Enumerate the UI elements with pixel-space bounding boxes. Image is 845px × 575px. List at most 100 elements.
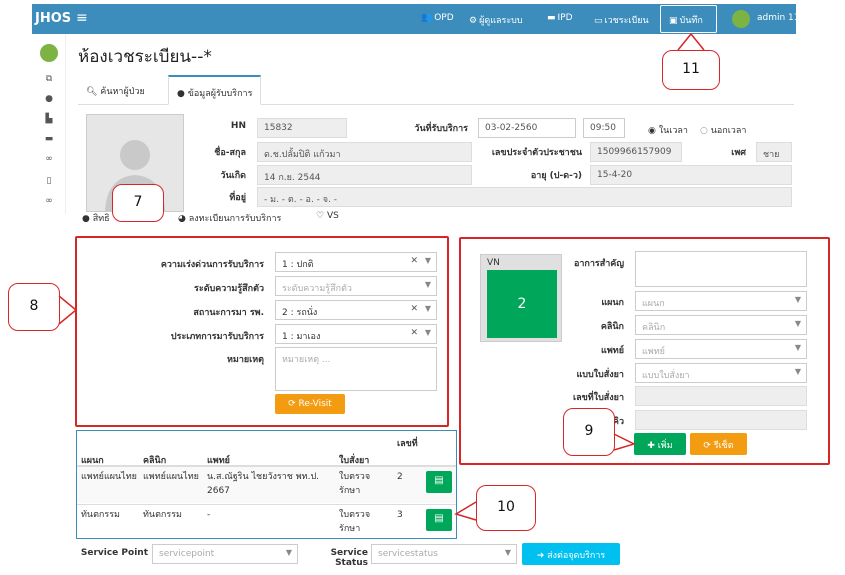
dept-label: แผนก xyxy=(601,298,624,308)
table-row: ทันตกรรม ทันตกรรม - ใบตรวจรักษา 3 ▤ xyxy=(77,505,456,539)
radio-unchecked-icon: ○ xyxy=(700,126,711,136)
link-icon[interactable]: ∞ xyxy=(43,154,55,166)
print-button[interactable]: ▤ xyxy=(426,509,452,531)
bed-icon[interactable]: ▬ xyxy=(43,134,55,146)
vn-card: VN 2 xyxy=(480,254,562,342)
radio-in-hours[interactable]: ◉ ในเวลา xyxy=(648,123,688,137)
callout-10-pointer xyxy=(454,501,477,521)
nav-opd[interactable]: 👥 OPD xyxy=(421,13,454,23)
add-button[interactable]: ✚ เพิ่ม xyxy=(634,433,686,455)
visit-date-input[interactable]: 03-02-2560 xyxy=(478,118,576,138)
arrow-right-icon: ➜ xyxy=(536,551,548,561)
cell-rx: ใบตรวจรักษา xyxy=(339,472,371,496)
clinic-select[interactable]: คลินิก ▼ xyxy=(635,315,807,335)
visit-time-input[interactable]: 09:50 xyxy=(583,118,625,138)
chevron-down-icon: ▼ xyxy=(424,328,431,337)
tab-patient-info[interactable]: ● ข้อมูลผู้รับบริการ xyxy=(168,75,262,105)
app-brand[interactable]: JHOS xyxy=(35,11,71,26)
note-textarea[interactable]: หมายเหตุ ... xyxy=(275,347,437,391)
tab-search-patient[interactable]: 🔍︎ ค้นหาผู้ป่วย xyxy=(78,75,153,105)
radio-out-hours[interactable]: ○ นอกเวลา xyxy=(700,123,746,137)
consciousness-select[interactable]: ระดับความรู้สึกตัว ▼ xyxy=(275,276,437,296)
rx-number-field xyxy=(635,386,807,406)
subtab-rights[interactable]: ● สิทธิ xyxy=(82,211,110,225)
cogs-icon: ⚙ xyxy=(469,16,478,26)
consciousness-label: ระดับความรู้สึกตัว xyxy=(194,284,264,294)
table-row: แพทย์แผนไทย แพทย์แผนไทย น.ส.ณัฐริน ไชยวั… xyxy=(77,467,456,503)
link-icon[interactable]: ∞ xyxy=(43,196,55,208)
user-icon: ● xyxy=(177,89,188,99)
logo-icon xyxy=(40,44,58,62)
reset-button[interactable]: ⟳ รีเซ็ต xyxy=(690,433,747,455)
hn-label: HN xyxy=(230,121,246,131)
save-button-label: ▣ บันทึก xyxy=(669,16,703,26)
age-label: อายุ (ป-ด-ว) xyxy=(530,171,582,181)
chevron-down-icon: ▼ xyxy=(424,256,431,265)
sex-field: ชาย xyxy=(756,142,792,162)
chevron-down-icon: ▼ xyxy=(794,319,801,328)
revisit-button[interactable]: ⟳ Re-Visit xyxy=(275,394,345,414)
clear-icon[interactable]: ✕ xyxy=(410,256,418,266)
users-icon: 👥 xyxy=(421,13,433,23)
symptom-textarea[interactable] xyxy=(635,251,807,287)
subtab-vs[interactable]: ♡ VS xyxy=(316,211,339,221)
service-type-select[interactable]: 1 : มาเอง ✕ ▼ xyxy=(275,324,437,344)
clear-icon[interactable]: ✕ xyxy=(410,328,418,338)
subtab-service-registration[interactable]: ◕ ลงทะเบียนการรับบริการ xyxy=(178,211,281,225)
cell-number: 3 xyxy=(397,510,403,520)
dob-field: 14 ก.ย. 2544 xyxy=(257,165,472,185)
user-md-icon: ◕ xyxy=(178,214,189,224)
symptom-label: อาการสำคัญ xyxy=(573,259,624,269)
cell-doctor: - xyxy=(207,510,211,520)
nav-admin[interactable]: ⚙ ผู้ดูแลระบบ xyxy=(469,13,523,27)
nav-ipd[interactable]: ▬ IPD xyxy=(547,13,573,23)
chevron-down-icon: ▼ xyxy=(424,280,431,289)
urgency-select[interactable]: 1 : ปกติ ✕ ▼ xyxy=(275,252,437,272)
cell-clinic: ทันตกรรม xyxy=(143,510,182,520)
hamburger-icon[interactable]: ≡ xyxy=(76,10,88,26)
chevron-down-icon: ▼ xyxy=(285,548,292,557)
stethoscope-icon: ♡ xyxy=(316,211,327,221)
service-point-label: Service Point xyxy=(80,548,148,558)
arrival-select[interactable]: 2 : รถนั่ง ✕ ▼ xyxy=(275,300,437,320)
save-icon: ▣ xyxy=(669,16,678,26)
cell-number: 2 xyxy=(397,472,403,482)
clinic-label: คลินิก xyxy=(600,322,624,332)
clear-icon[interactable]: ✕ xyxy=(410,304,418,314)
print-button[interactable]: ▤ xyxy=(426,471,452,493)
address-field: - ม. - ต. - อ. - จ. - xyxy=(257,187,792,207)
arrival-label: สถานะการมา รพ. xyxy=(193,308,264,318)
bed-icon[interactable]: ▙ xyxy=(43,114,55,126)
user-icon[interactable]: ● xyxy=(43,94,55,106)
note-label: หมายเหตุ xyxy=(226,355,264,365)
doctor-select[interactable]: แพทย์ ▼ xyxy=(635,339,807,359)
callout-11: 11 xyxy=(662,50,720,90)
copy-icon[interactable]: ⧉ xyxy=(43,74,55,86)
page-title: ห้องเวชระเบียน--* xyxy=(78,47,212,67)
id-card-icon: ▭ xyxy=(594,16,603,26)
callout-11-pointer xyxy=(677,32,705,51)
user-avatar[interactable] xyxy=(732,10,750,28)
service-status-select[interactable]: servicestatus ▼ xyxy=(371,544,517,564)
nav-medical-records[interactable]: ▭ เวชระเบียน xyxy=(594,13,649,27)
dob-label: วันเกิด xyxy=(220,171,246,181)
user-icon: ● xyxy=(82,214,93,224)
user-name[interactable]: admin 11 xyxy=(757,13,800,23)
urgency-label: ความเร่งด่วนการรับบริการ xyxy=(160,260,264,270)
file-icon[interactable]: ▯ xyxy=(43,176,55,188)
queue-field xyxy=(635,410,807,430)
service-status-label: Service Status xyxy=(330,548,368,568)
address-label: ที่อยู่ xyxy=(229,193,246,203)
rx-number-label: เลขที่ใบสั่งยา xyxy=(573,393,624,403)
left-sidebar: ⧉ ● ▙ ▬ ∞ ▯ ∞ xyxy=(32,34,66,214)
dept-select[interactable]: แผนก ▼ xyxy=(635,291,807,311)
send-to-service-button[interactable]: ➜ ส่งต่อจุดบริการ xyxy=(522,543,620,565)
vn-number: 2 xyxy=(487,270,557,338)
plus-icon: ✚ xyxy=(647,441,658,451)
refresh-icon: ⟳ xyxy=(288,399,299,409)
service-point-select[interactable]: servicepoint ▼ xyxy=(152,544,298,564)
rx-form-select[interactable]: แบบใบสั่งยา ▼ xyxy=(635,363,807,383)
top-navbar: JHOS ≡ 👥 OPD ⚙ ผู้ดูแลระบบ ▬ IPD ▭ เวชระเบีย… xyxy=(32,4,800,34)
visit-date-label: วันที่รับบริการ xyxy=(414,124,468,134)
chevron-down-icon: ▼ xyxy=(794,343,801,352)
